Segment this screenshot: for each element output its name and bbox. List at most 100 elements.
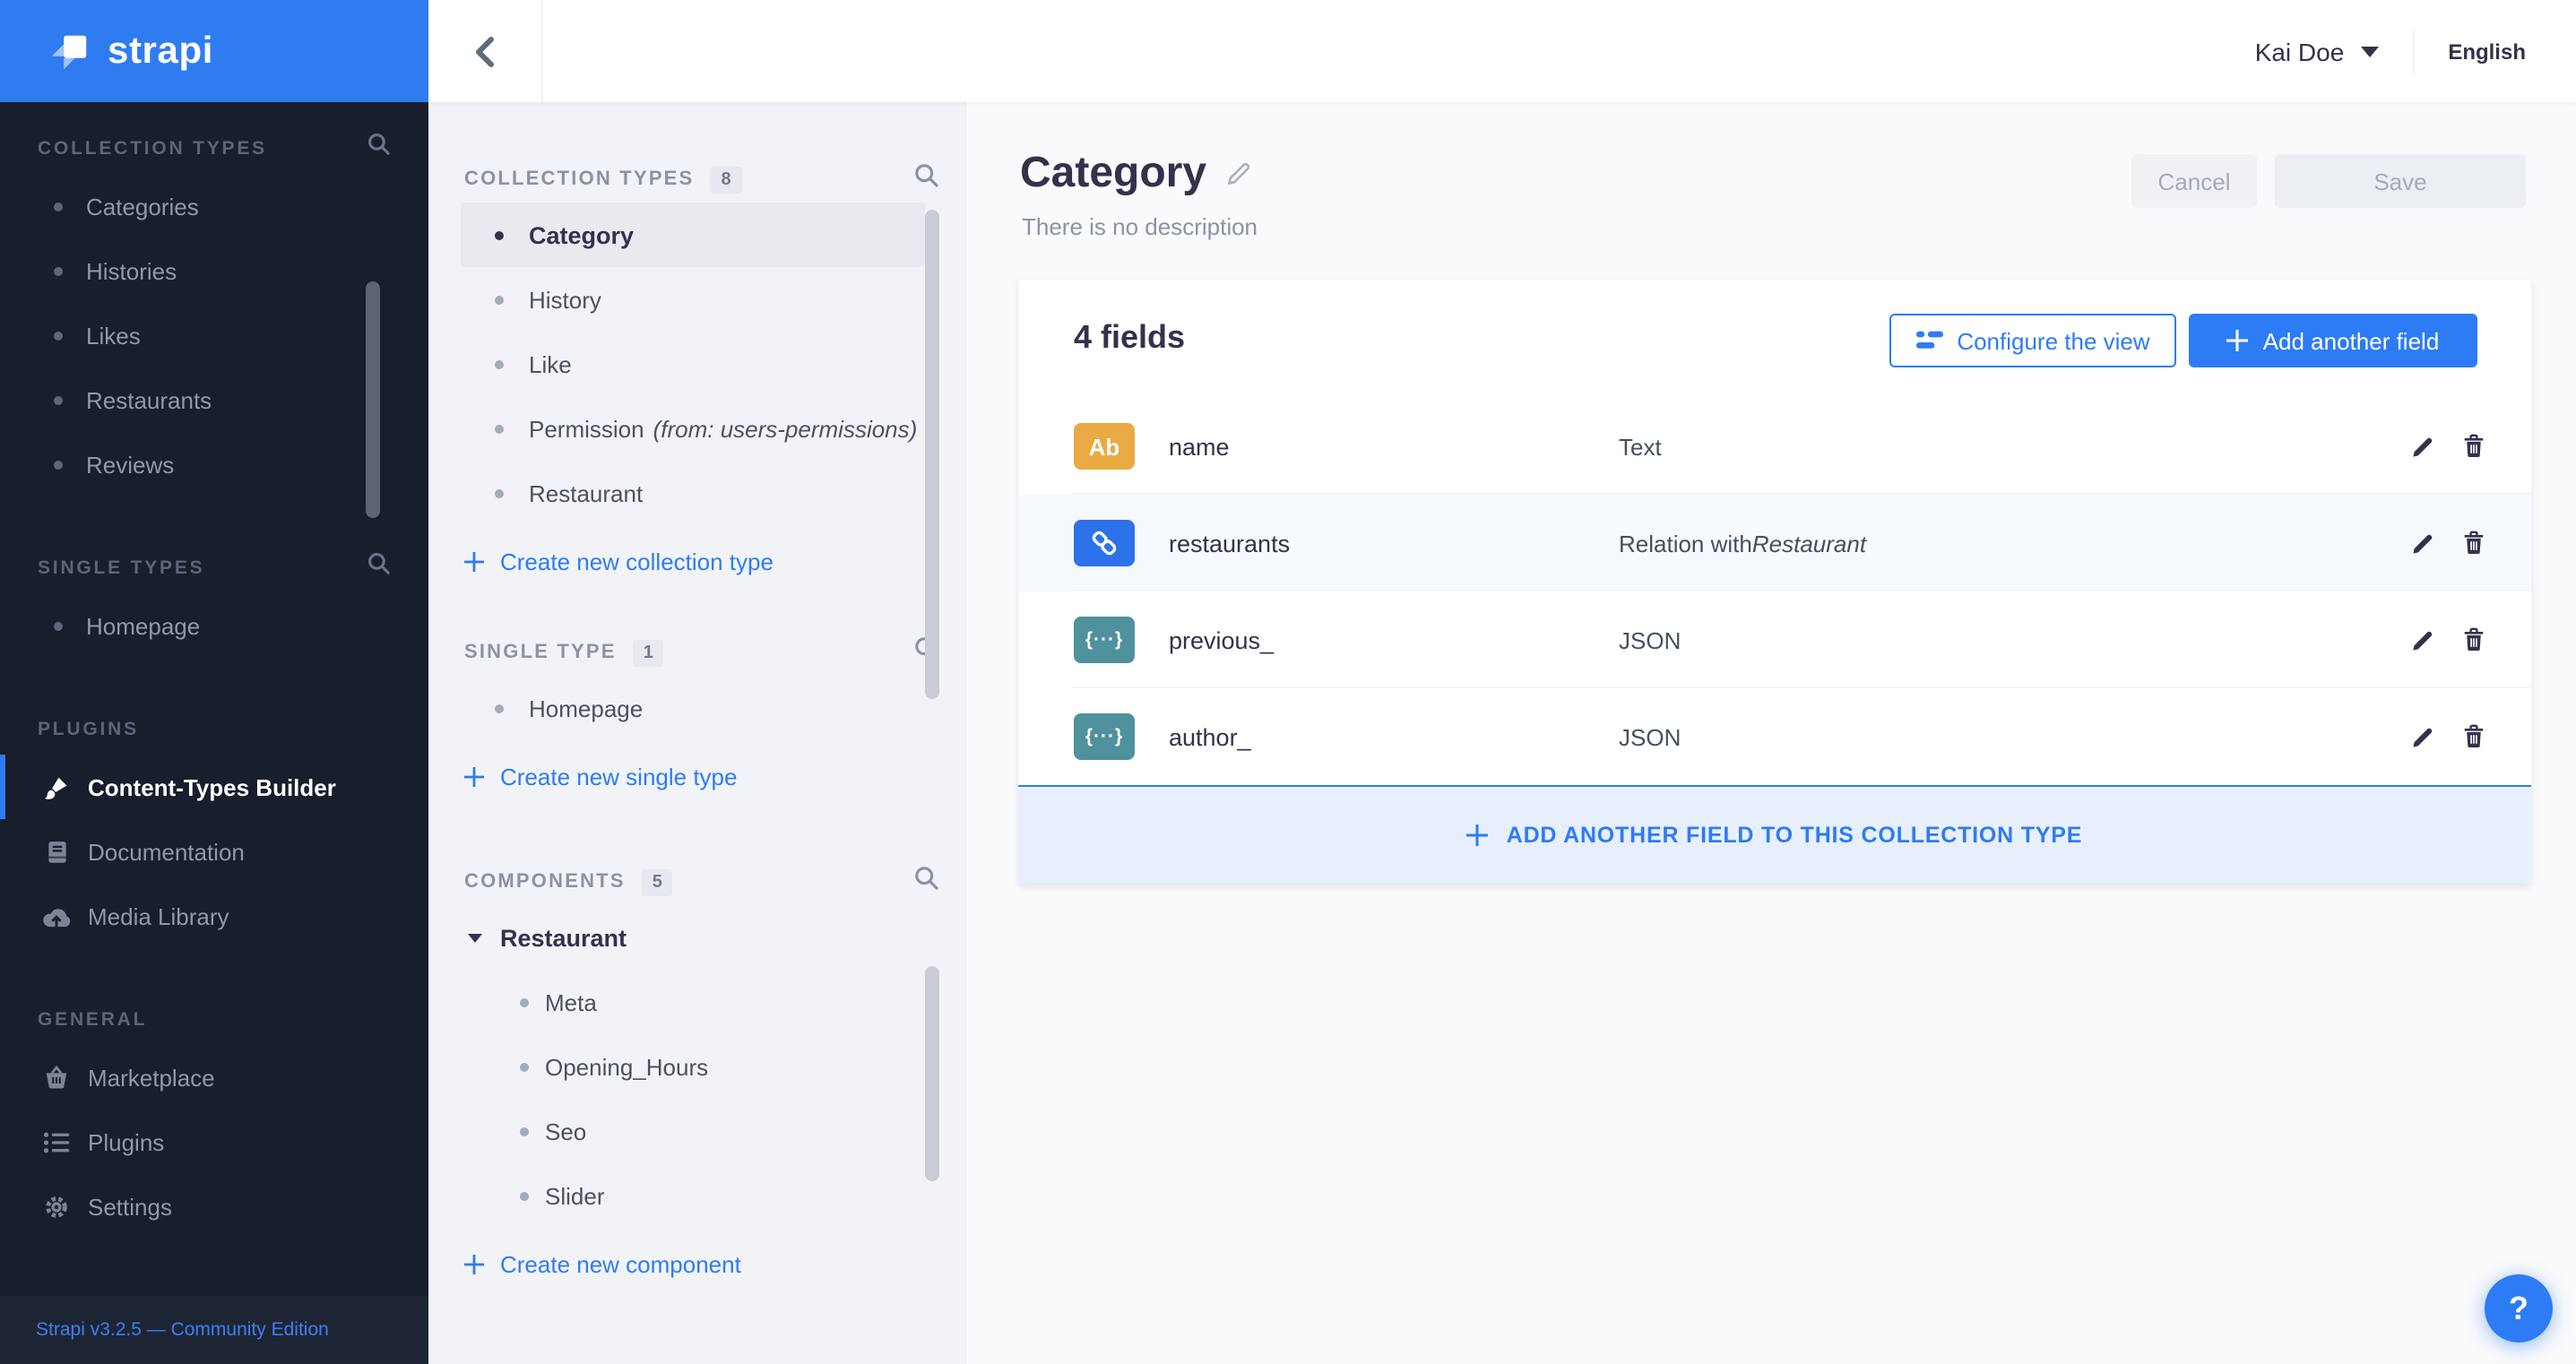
- sidebar-item-likes[interactable]: Likes: [0, 303, 428, 367]
- sidebar-item-label: Homepage: [86, 612, 201, 639]
- sidebar-item-label: Likes: [86, 322, 141, 349]
- panel-item-label: Meta: [545, 988, 597, 1015]
- count-badge: 5: [641, 868, 673, 895]
- sidebar-item-categories[interactable]: Categories: [0, 174, 428, 238]
- sidebar-item-histories[interactable]: Histories: [0, 238, 428, 303]
- cloud-upload-icon: [41, 904, 72, 928]
- delete-trash-icon[interactable]: [2459, 721, 2488, 753]
- panel-item-meta[interactable]: Meta: [428, 970, 964, 1034]
- delete-trash-icon[interactable]: [2459, 527, 2488, 559]
- plus-icon: [464, 1254, 484, 1273]
- create-component-link[interactable]: Create new component: [428, 1228, 964, 1299]
- panel-item-opening-hours[interactable]: Opening_Hours: [428, 1034, 964, 1099]
- language-selector[interactable]: English: [2448, 39, 2526, 64]
- sidebar-item-marketplace[interactable]: Marketplace: [0, 1045, 428, 1109]
- add-another-field-button[interactable]: Add another field: [2189, 314, 2477, 367]
- sidebar-item-homepage[interactable]: Homepage: [0, 593, 428, 658]
- search-icon[interactable]: [914, 865, 939, 899]
- sidebar-item-label: Media Library: [88, 902, 229, 929]
- delete-trash-icon[interactable]: [2459, 624, 2488, 656]
- content-types-panel: COLLECTION TYPES 8 Category History Like…: [428, 102, 966, 1364]
- table-row-name: Ab name Text: [1018, 398, 2531, 495]
- delete-trash-icon[interactable]: [2459, 430, 2488, 462]
- section-title: SINGLE TYPES: [38, 557, 205, 579]
- component-group-restaurant[interactable]: Restaurant: [428, 905, 964, 970]
- edit-pencil-icon[interactable]: [2407, 528, 2438, 558]
- add-another-field-label: Add another field: [2262, 327, 2440, 354]
- chevron-down-icon: [468, 933, 482, 942]
- chevron-down-icon[interactable]: [2360, 46, 2379, 56]
- row-actions: [2407, 591, 2488, 688]
- save-button[interactable]: Save: [2275, 154, 2526, 208]
- section-title: GENERAL: [38, 1009, 148, 1031]
- bullet-icon: [495, 704, 504, 712]
- sidebar-item-label: Content-Types Builder: [88, 773, 336, 800]
- search-icon[interactable]: [914, 162, 939, 196]
- strapi-logo[interactable]: strapi: [0, 0, 428, 102]
- strapi-logo-icon: [47, 29, 91, 73]
- sidebar-item-restaurants[interactable]: Restaurants: [0, 367, 428, 432]
- panel-scrollbar-thumb[interactable]: [925, 210, 939, 699]
- version-link[interactable]: Strapi v3.2.5 — Community Edition: [36, 1319, 329, 1341]
- row-actions: [2407, 398, 2488, 495]
- panel-scrollbar-thumb[interactable]: [925, 966, 939, 1181]
- sidebar-section-general: GENERAL: [0, 995, 428, 1045]
- panel-item-label: History: [529, 286, 601, 313]
- sidebar-item-content-types-builder[interactable]: Content-Types Builder: [0, 755, 428, 819]
- sidebar-scrollbar-thumb[interactable]: [366, 281, 380, 518]
- add-field-row-button[interactable]: ADD ANOTHER FIELD TO THIS COLLECTION TYP…: [1018, 785, 2531, 884]
- panel-item-like[interactable]: Like: [461, 332, 925, 396]
- help-button[interactable]: ?: [2485, 1274, 2553, 1342]
- sidebar-item-settings[interactable]: Settings: [0, 1174, 428, 1239]
- section-title: COLLECTION TYPES: [38, 138, 267, 160]
- list-icon: [41, 1130, 72, 1153]
- field-name: previous_: [1169, 626, 1275, 653]
- panel-item-slider[interactable]: Slider: [428, 1163, 964, 1228]
- panel-item-history[interactable]: History: [461, 267, 925, 332]
- text-field-icon: Ab: [1074, 423, 1135, 470]
- back-button[interactable]: [428, 0, 543, 102]
- panel-item-seo[interactable]: Seo: [428, 1099, 964, 1163]
- page-description: There is no description: [1022, 213, 1258, 240]
- configure-view-button[interactable]: Configure the view: [1889, 314, 2176, 367]
- panel-item-homepage[interactable]: Homepage: [461, 676, 925, 740]
- sidebar-item-label: Documentation: [88, 838, 245, 865]
- chevron-left-icon: [475, 35, 495, 67]
- page-title: Category: [1020, 149, 1251, 199]
- bullet-icon: [54, 202, 63, 211]
- component-group-label: Restaurant: [500, 924, 627, 951]
- panel-item-note: (from: users-permissions): [653, 415, 918, 442]
- search-icon[interactable]: [367, 552, 391, 584]
- book-icon: [41, 838, 72, 865]
- sidebar-item-label: Plugins: [88, 1128, 165, 1155]
- cancel-button[interactable]: Cancel: [2131, 154, 2257, 208]
- panel-item-label: Like: [529, 350, 572, 377]
- edit-pencil-icon[interactable]: [2407, 431, 2438, 462]
- logo-wordmark: strapi: [108, 30, 213, 71]
- sidebar-item-reviews[interactable]: Reviews: [0, 432, 428, 496]
- divider: [2412, 30, 2415, 73]
- create-link-label: Create new collection type: [500, 548, 774, 574]
- panel-item-label: Category: [529, 221, 635, 248]
- panel-item-permission[interactable]: Permission (from: users-permissions): [461, 396, 925, 461]
- plus-icon: [464, 551, 484, 571]
- edit-pencil-icon[interactable]: [2407, 625, 2438, 655]
- create-single-type-link[interactable]: Create new single type: [428, 740, 964, 812]
- user-menu[interactable]: Kai Doe: [2255, 37, 2345, 65]
- sidebar-item-media-library[interactable]: Media Library: [0, 884, 428, 948]
- bullet-icon: [495, 424, 504, 433]
- fields-card-header: 4 fields Configure the view Add another …: [1018, 280, 2531, 398]
- panel-item-restaurant[interactable]: Restaurant: [461, 461, 925, 525]
- sidebar-item-plugins[interactable]: Plugins: [0, 1109, 428, 1174]
- bullet-icon: [54, 395, 63, 404]
- sidebar-section-single-types: SINGLE TYPES: [0, 543, 428, 593]
- sidebar-item-label: Restaurants: [86, 386, 212, 413]
- panel-item-category[interactable]: Category: [461, 203, 925, 267]
- sidebar-item-documentation[interactable]: Documentation: [0, 819, 428, 884]
- sidebar-section-plugins: PLUGINS: [0, 704, 428, 755]
- create-collection-type-link[interactable]: Create new collection type: [428, 525, 964, 597]
- edit-pencil-icon[interactable]: [2407, 721, 2438, 752]
- top-right-controls: Kai Doe English: [2255, 30, 2576, 73]
- edit-title-pencil-icon[interactable]: [1226, 161, 1251, 186]
- search-icon[interactable]: [367, 133, 391, 165]
